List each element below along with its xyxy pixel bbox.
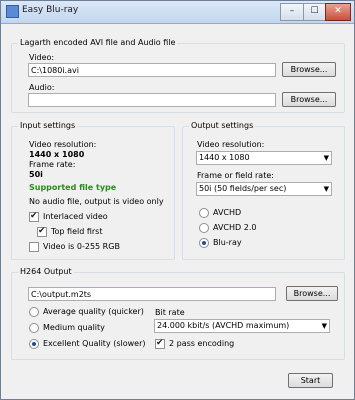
output-browse-button[interactable]: Browse...: [286, 286, 338, 301]
audio-file-input[interactable]: [28, 93, 276, 107]
output-resolution-select[interactable]: 1440 x 1080 ▼: [196, 151, 332, 165]
radio-selected-dot: [32, 342, 36, 346]
video-file-input[interactable]: C:\1080i.avi: [28, 63, 276, 77]
quality-excellent-label: Excellent Quality (slower): [43, 339, 146, 348]
h264-output-group-title: H264 Output: [18, 267, 74, 276]
audio-label: Audio:: [29, 83, 55, 92]
maximize-button[interactable]: ☐: [303, 3, 326, 21]
chevron-down-icon: ▼: [321, 322, 327, 330]
start-button[interactable]: Start: [288, 373, 333, 388]
quality-medium-radio[interactable]: [29, 323, 39, 333]
rgb-range-label: Video is 0-255 RGB: [43, 242, 120, 251]
interlaced-label: Interlaced video: [43, 212, 108, 221]
bitrate-select[interactable]: 24.000 kbit/s (AVCHD maximum) ▼: [154, 319, 330, 333]
source-files-group: Lagarth encoded AVI file and Audio file …: [11, 38, 345, 113]
output-frame-rate-value: 50i (50 fields/per sec): [199, 184, 287, 193]
format-avchd2-label: AVCHD 2.0: [213, 223, 257, 232]
audio-browse-button[interactable]: Browse...: [282, 92, 336, 107]
input-video-resolution-label: Video resolution:: [29, 140, 97, 149]
output-settings-group: Output settings Video resolution: 1440 x…: [182, 121, 345, 260]
format-avchd2-radio[interactable]: [199, 223, 209, 233]
output-file-input[interactable]: C:\output.m2ts: [28, 287, 276, 301]
input-frame-rate-value: 50i: [29, 170, 43, 179]
main-window: Easy Blu-ray – ☐ ✕ Lagarth encoded AVI f…: [0, 0, 355, 400]
radio-selected-dot: [202, 241, 206, 245]
close-button[interactable]: ✕: [325, 3, 351, 21]
title-bar[interactable]: Easy Blu-ray – ☐ ✕: [1, 1, 354, 24]
app-icon: [6, 5, 19, 18]
input-settings-group-title: Input settings: [18, 121, 78, 130]
audio-note: No audio file, output is video only: [29, 197, 164, 206]
video-label: Video:: [29, 53, 55, 62]
minimize-button[interactable]: –: [280, 3, 304, 21]
h264-output-group: H264 Output C:\output.m2ts Browse... Ave…: [11, 267, 345, 360]
output-frame-rate-label: Frame or field rate:: [197, 171, 274, 180]
format-avchd-label: AVCHD: [213, 208, 242, 217]
checkmark-icon: ✔: [38, 226, 46, 236]
quality-average-radio[interactable]: [29, 307, 39, 317]
checkmark-icon: ✔: [30, 211, 38, 221]
output-resolution-value: 1440 x 1080: [199, 153, 250, 162]
output-frame-rate-select[interactable]: 50i (50 fields/per sec) ▼: [196, 182, 332, 196]
format-avchd-radio[interactable]: [199, 208, 209, 218]
window-title: Easy Blu-ray: [22, 5, 79, 15]
video-browse-button[interactable]: Browse...: [282, 62, 336, 77]
output-settings-group-title: Output settings: [189, 121, 256, 130]
format-bluray-radio[interactable]: [199, 238, 209, 248]
interlaced-checkbox[interactable]: ✔: [29, 211, 39, 222]
quality-excellent-radio[interactable]: [29, 339, 39, 349]
supported-file-status: Supported file type: [29, 183, 117, 192]
input-settings-group: Input settings Video resolution: 1440 x …: [11, 121, 175, 260]
input-video-resolution-value: 1440 x 1080: [29, 150, 85, 159]
input-frame-rate-label: Frame rate:: [29, 160, 76, 169]
chevron-down-icon: ▼: [323, 154, 329, 162]
top-field-first-checkbox[interactable]: ✔: [37, 226, 47, 237]
quality-average-label: Average quality (quicker): [43, 307, 144, 316]
bitrate-value: 24.000 kbit/s (AVCHD maximum): [157, 321, 290, 330]
output-video-resolution-label: Video resolution:: [197, 140, 265, 149]
checkmark-icon: ✔: [156, 338, 164, 348]
chevron-down-icon: ▼: [323, 185, 329, 193]
source-files-group-title: Lagarth encoded AVI file and Audio file: [18, 38, 178, 47]
two-pass-label: 2 pass encoding: [169, 339, 235, 348]
top-field-first-label: Top field first: [51, 227, 103, 236]
quality-medium-label: Medium quality: [43, 323, 105, 332]
two-pass-checkbox[interactable]: ✔: [155, 338, 165, 349]
bitrate-label: Bit rate: [155, 308, 185, 317]
format-bluray-label: Blu-ray: [213, 238, 242, 247]
rgb-range-checkbox[interactable]: [29, 242, 39, 252]
